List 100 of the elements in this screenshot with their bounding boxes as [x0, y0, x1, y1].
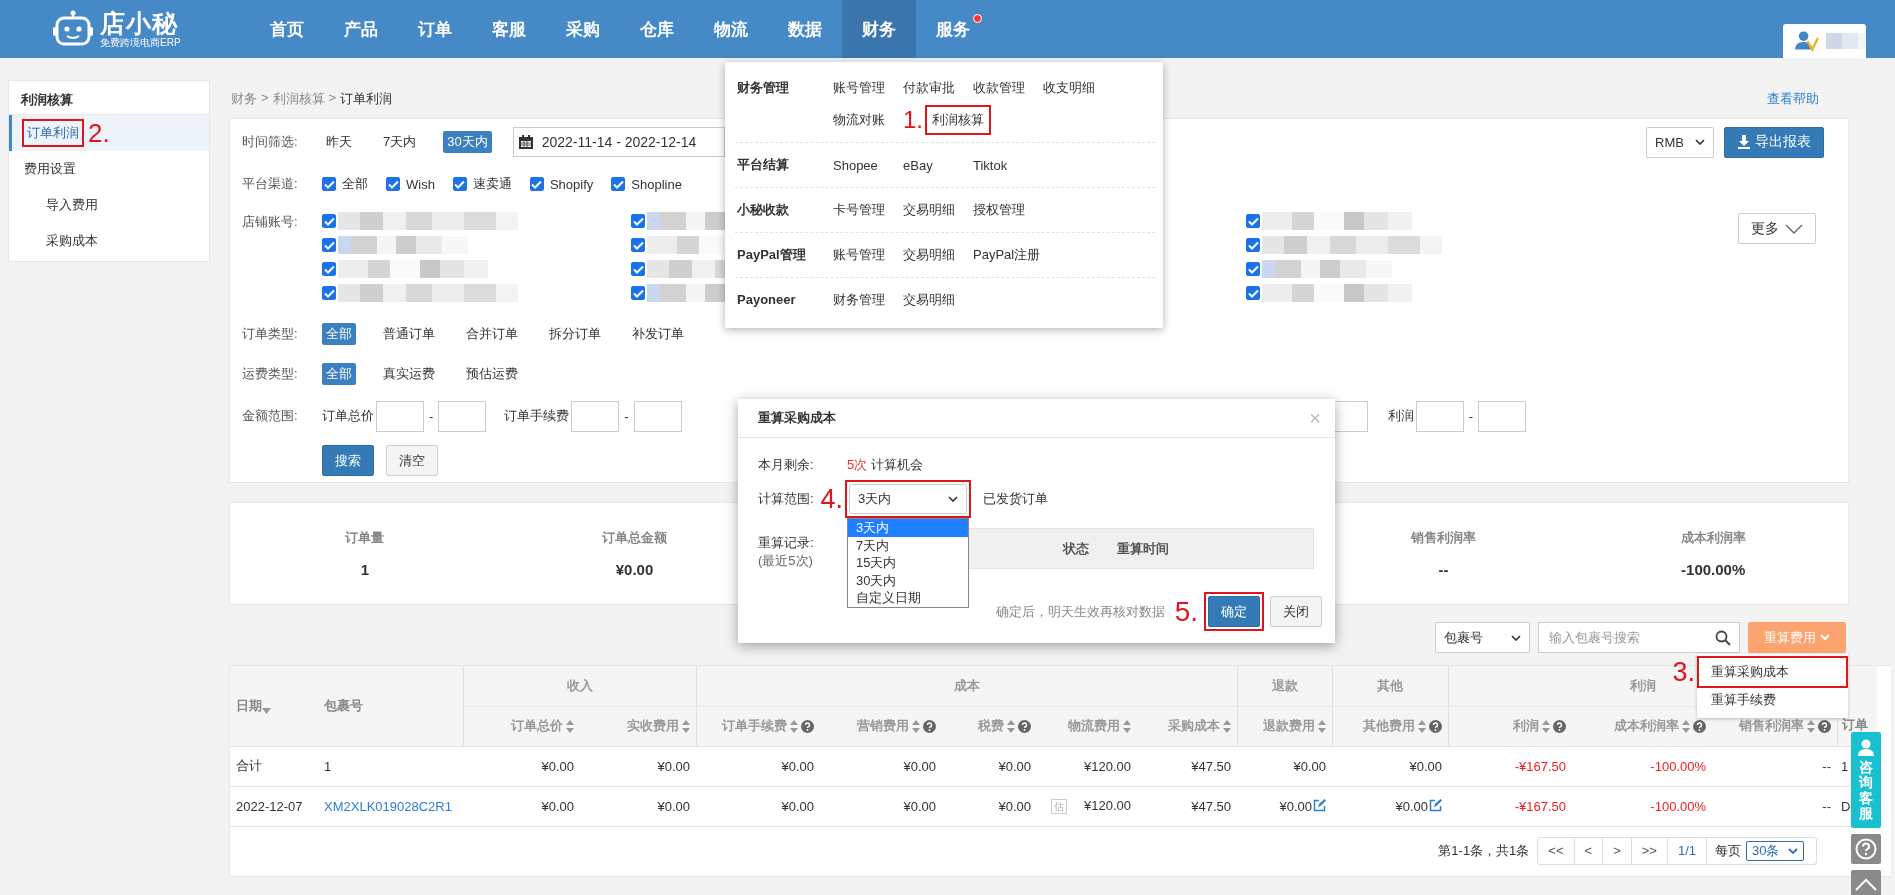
filter-option[interactable]: 普通订单 — [379, 323, 439, 345]
nav-tab[interactable]: 服务 — [916, 0, 990, 58]
filter-option[interactable]: 全部 — [322, 363, 356, 385]
max-input-field[interactable] — [633, 400, 682, 432]
max-input-field[interactable] — [438, 400, 487, 432]
checkbox[interactable] — [631, 214, 645, 228]
filter-option[interactable]: 30天内 — [443, 131, 492, 153]
robot-logo-icon — [52, 10, 94, 48]
checkbox[interactable] — [631, 238, 645, 252]
dropdown-option[interactable]: 30天内 — [848, 571, 968, 589]
sidebar-item[interactable]: 订单利润 2. — [9, 115, 209, 151]
checkbox[interactable] — [452, 177, 467, 191]
help-link[interactable]: 查看帮助 — [1767, 90, 1819, 108]
nav-tab[interactable]: 物流 — [694, 0, 768, 58]
search-button[interactable]: 搜索 — [322, 445, 374, 476]
checkbox[interactable] — [611, 177, 626, 191]
breadcrumb-link[interactable]: 订单利润 — [340, 90, 393, 108]
checkbox[interactable] — [322, 177, 336, 191]
menu-item[interactable]: 卡号管理 — [833, 199, 885, 221]
menu-item[interactable]: Shopee — [833, 155, 878, 175]
nav-tab[interactable]: 采购 — [546, 0, 620, 58]
filter-option[interactable]: 昨天 — [322, 131, 356, 153]
currency-select[interactable]: RMB — [1646, 126, 1714, 158]
nav-tab[interactable]: 订单 — [398, 0, 472, 58]
checkbox[interactable] — [631, 286, 645, 300]
checkbox[interactable] — [631, 262, 645, 276]
min-input-field[interactable] — [376, 400, 424, 432]
scroll-top-button[interactable] — [1851, 869, 1881, 895]
menu-item[interactable]: 利润核算 — [932, 109, 984, 131]
range-select[interactable]: 3天内 — [849, 484, 967, 514]
menu-item[interactable]: eBay — [903, 155, 933, 175]
filter-option[interactable]: 合并订单 — [462, 323, 522, 345]
checkbox[interactable] — [1246, 286, 1260, 300]
pagination-button[interactable]: << — [1538, 837, 1575, 864]
package-link[interactable]: XM2XLK019028C2R1 — [324, 798, 452, 814]
menu-item[interactable]: 重算采购成本 — [1699, 658, 1846, 686]
search-field[interactable]: 输入包裹号搜索 — [1538, 622, 1740, 653]
table-cell: ¥0.00 — [1237, 746, 1332, 786]
menu-item[interactable]: 财务管理 — [833, 289, 885, 311]
dropdown-option[interactable]: 7天内 — [848, 536, 968, 554]
nav-tab[interactable]: 财务 — [842, 0, 916, 58]
checkbox[interactable] — [322, 214, 336, 228]
min-input-field[interactable] — [1415, 400, 1464, 432]
export-button[interactable]: 导出报表 — [1724, 126, 1824, 158]
column-header: 重算时间 — [1117, 539, 1169, 558]
user-menu[interactable] — [1783, 24, 1866, 58]
sidebar-item[interactable]: 费用设置 — [9, 151, 209, 187]
checkbox[interactable] — [386, 177, 400, 191]
menu-item[interactable]: 交易明细 — [903, 289, 955, 311]
sort-icon — [1123, 719, 1131, 733]
filter-option[interactable]: 真实运费 — [379, 363, 439, 385]
dropdown-option[interactable]: 自定义日期 — [848, 589, 968, 607]
nav-tab[interactable]: 产品 — [324, 0, 398, 58]
menu-item[interactable]: Tiktok — [973, 155, 1008, 175]
checkbox[interactable] — [529, 177, 544, 191]
checkbox[interactable] — [322, 238, 336, 252]
pagination-button[interactable]: >> — [1631, 837, 1668, 864]
menu-item[interactable]: 账号管理 — [833, 244, 885, 266]
menu-item[interactable]: 收支明细 — [1043, 77, 1095, 99]
help-button[interactable] — [1851, 833, 1881, 864]
filter-option[interactable]: 7天内 — [379, 131, 421, 153]
checkbox[interactable] — [322, 286, 336, 300]
checkbox[interactable] — [322, 262, 336, 276]
filter-option[interactable]: 预估运费 — [462, 363, 522, 385]
more-button[interactable]: 更多 — [1738, 213, 1816, 244]
checkbox[interactable] — [1246, 238, 1260, 252]
checkbox[interactable] — [1246, 214, 1260, 228]
highlight-frame: 订单利润 — [24, 121, 82, 145]
nav-tab[interactable]: 首页 — [250, 0, 324, 58]
nav-tab[interactable]: 仓库 — [620, 0, 694, 58]
min-input-field[interactable] — [571, 400, 620, 432]
sidebar-item[interactable]: 采购成本 — [9, 223, 209, 259]
dropdown-option[interactable]: 3天内 — [848, 519, 968, 537]
date-range-field[interactable]: 2022-11-14 - 2022-12-14 — [512, 127, 725, 157]
menu-item[interactable]: 交易明细 — [903, 199, 955, 221]
pagination-button[interactable]: > — [1603, 837, 1632, 864]
confirm-button[interactable]: 确定 — [1208, 596, 1260, 627]
filter-option[interactable]: 全部 — [322, 323, 356, 345]
sidebar-item[interactable]: 导入费用 — [9, 187, 209, 223]
menu-item[interactable]: 账号管理 — [833, 77, 885, 99]
filter-option[interactable]: 补发订单 — [628, 323, 688, 345]
menu-item[interactable]: 付款审批 — [903, 77, 955, 99]
filter-option[interactable]: 拆分订单 — [545, 323, 605, 345]
dropdown-option[interactable]: 15天内 — [848, 554, 968, 572]
menu-item[interactable]: 重算手续费 — [1699, 686, 1846, 714]
menu-item[interactable]: 授权管理 — [973, 199, 1025, 221]
menu-item[interactable]: 收款管理 — [973, 77, 1025, 99]
checkbox[interactable] — [1246, 262, 1260, 276]
clear-button[interactable]: 清空 — [386, 445, 438, 476]
nav-tab[interactable]: 数据 — [768, 0, 842, 58]
search-type-select[interactable]: 包裹号 — [1435, 622, 1530, 653]
page-size-select[interactable]: 30条 — [1746, 840, 1804, 861]
nav-tab[interactable]: 客服 — [472, 0, 546, 58]
pagination-button[interactable]: < — [1574, 837, 1604, 864]
menu-item[interactable]: 物流对账 — [833, 109, 885, 131]
menu-item[interactable]: 交易明细 — [903, 244, 955, 266]
caret-down-icon — [262, 708, 271, 715]
close-dialog-button[interactable]: 关闭 — [1270, 596, 1322, 627]
menu-item[interactable]: PayPal注册 — [973, 244, 1041, 266]
max-input-field[interactable] — [1478, 400, 1527, 432]
